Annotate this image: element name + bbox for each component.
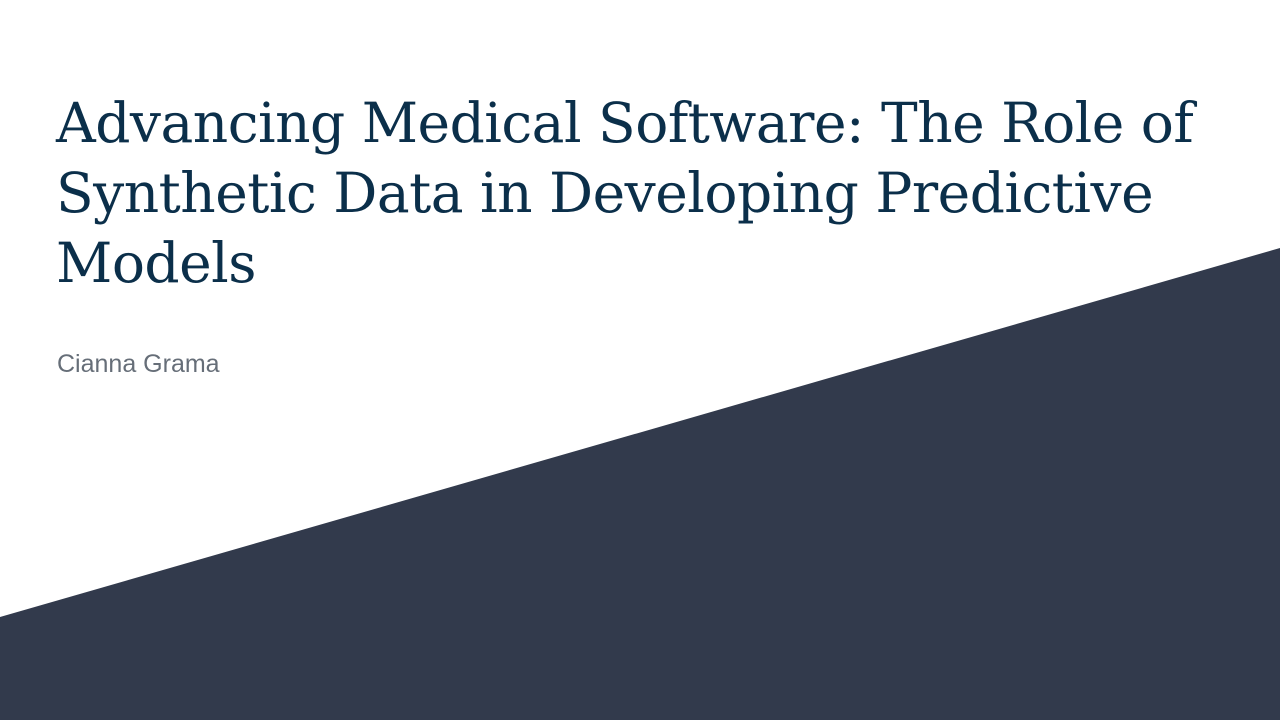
author-name: Cianna Grama [57,350,220,378]
slide-title: Advancing Medical Software: The Role of … [56,91,1194,295]
title-slide: Advancing Medical Software: The Role of … [0,0,1280,720]
diagonal-accent-shape [0,248,1280,720]
